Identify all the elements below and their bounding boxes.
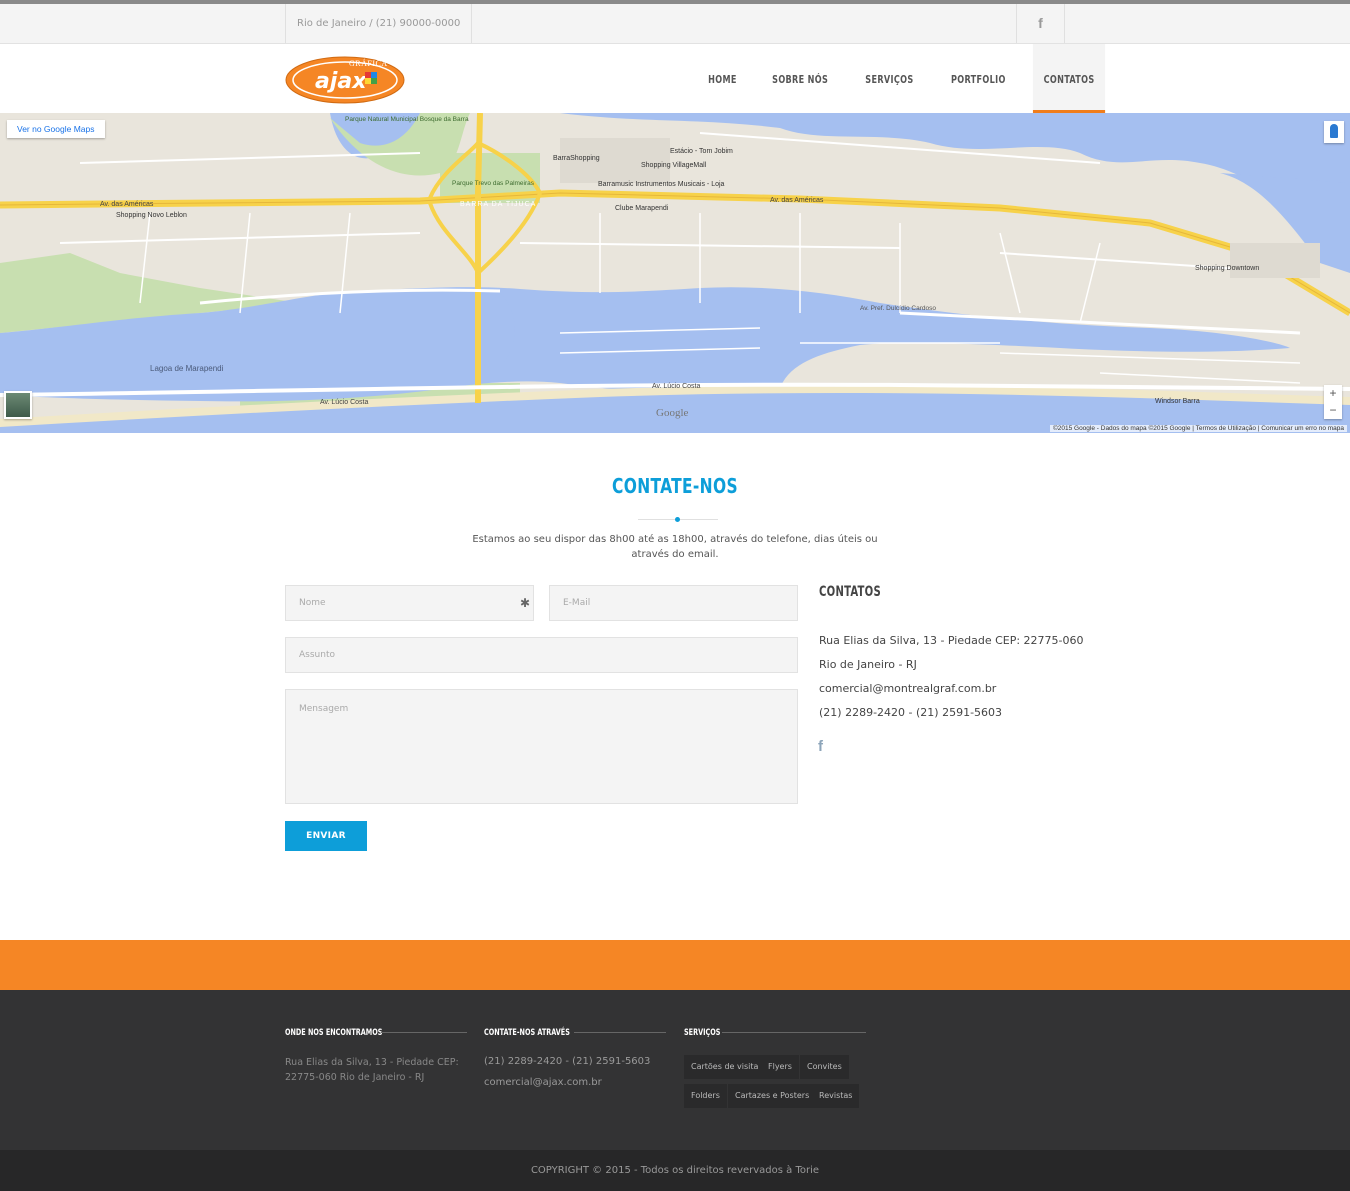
contact-email[interactable]: comercial@montrealgraf.com.br — [819, 682, 996, 695]
map-label-dulcidio: Av. Pref. Dulcídio Cardoso — [860, 305, 936, 312]
map-label-americas-2: Av. das Américas — [770, 197, 824, 204]
top-bar-info: Rio de Janeiro / (21) 90000-0000 — [285, 4, 473, 43]
nav-contatos[interactable]: CONTATOS — [1032, 44, 1106, 113]
footer-phone: (21) 2289-2420 - (21) 2591-5603 — [484, 1056, 651, 1067]
email-field[interactable]: E-Mail — [549, 585, 798, 621]
zoom-controls: + − — [1324, 385, 1342, 419]
map-label-americas-1: Av. das Américas — [100, 201, 154, 208]
map-label-lucio-1: Av. Lúcio Costa — [652, 383, 700, 390]
name-placeholder: Nome — [299, 598, 326, 608]
footer-rule — [574, 1032, 666, 1033]
contact-city: Rio de Janeiro - RJ — [819, 658, 917, 671]
tag-revistas[interactable]: Revistas — [812, 1084, 860, 1108]
nav-servicos[interactable]: SERVIÇOS — [855, 44, 925, 113]
logo-top-text: GRÁFICA — [349, 58, 388, 68]
contacts-heading: CONTATOS — [819, 584, 881, 600]
footer-heading-location: ONDE NOS ENCONTRAMOS — [285, 1028, 383, 1038]
send-button[interactable]: ENVIAR — [285, 821, 367, 851]
map-label-barra: BARRA DA TIJUCA — [460, 201, 536, 208]
title-dot — [675, 517, 680, 522]
orange-band — [0, 940, 1350, 990]
map-label-barrashopping: BarraShopping — [553, 155, 600, 162]
satellite-toggle[interactable] — [4, 391, 32, 419]
nav-sobre-nos[interactable]: SOBRE NÓS — [761, 44, 838, 113]
map-label-lucio-2: Av. Lúcio Costa — [320, 399, 368, 406]
main-nav: HOME SOBRE NÓS SERVIÇOS PORTFOLIO CONTAT… — [692, 44, 1113, 113]
map-label-leblon: Shopping Novo Leblon — [116, 212, 187, 219]
google-logo: Google — [656, 407, 689, 419]
nav-portfolio[interactable]: PORTFOLIO — [940, 44, 1016, 113]
map-label-marapendi: Clube Marapendi — [615, 205, 669, 212]
map-canvas: Parque Natural Municipal Bosque da Barra… — [0, 113, 1350, 433]
logo[interactable]: GRÁFICA ajax — [285, 54, 405, 104]
map-label-barramusic: Barramusic Instrumentos Musicais - Loja — [598, 181, 725, 188]
message-field[interactable]: Mensagem — [285, 689, 798, 804]
footer-rule — [381, 1032, 467, 1033]
nav-home[interactable]: HOME — [697, 44, 747, 113]
footer-address: Rua Elias da Silva, 13 - Piedade CEP: 22… — [285, 1057, 459, 1083]
map-label-village: Shopping VillageMall — [641, 162, 707, 169]
contact-phones: (21) 2289-2420 - (21) 2591-5603 — [819, 706, 1003, 719]
zoom-in-button[interactable]: + — [1324, 385, 1342, 402]
zoom-out-button[interactable]: − — [1324, 402, 1342, 419]
facebook-icon[interactable]: f — [818, 738, 823, 755]
contact-address: Rua Elias da Silva, 13 - Piedade CEP: 22… — [819, 634, 1084, 647]
subject-field[interactable]: Assunto — [285, 637, 798, 673]
site-header: GRÁFICA ajax HOME SOBRE NÓS SERVIÇOS POR… — [0, 44, 1350, 113]
footer-email[interactable]: comercial@ajax.com.br — [484, 1075, 602, 1090]
logo-text: ajax — [315, 69, 367, 94]
facebook-icon[interactable]: f — [1016, 4, 1065, 43]
tag-convites[interactable]: Convites — [800, 1055, 849, 1079]
map-label-downtown: Shopping Downtown — [1195, 265, 1259, 272]
tag-flyers[interactable]: Flyers — [761, 1055, 799, 1079]
footer-heading-contact: CONTATE-NOS ATRAVÉS — [484, 1028, 570, 1038]
tag-cartazes[interactable]: Cartazes e Posters — [728, 1084, 817, 1108]
copyright: COPYRIGHT © 2015 - Todos os direitos rev… — [0, 1150, 1350, 1191]
google-map[interactable]: Parque Natural Municipal Bosque da Barra… — [0, 113, 1350, 433]
tag-folders[interactable]: Folders — [684, 1084, 727, 1108]
map-label-estacio: Estácio - Tom Jobim — [670, 148, 733, 155]
map-label-trevo: Parque Trevo das Palmeiras — [452, 180, 535, 187]
map-label-windsor: Windsor Barra — [1155, 398, 1200, 405]
top-bar: Rio de Janeiro / (21) 90000-0000 f — [0, 0, 1350, 44]
required-icon: ✱ — [519, 596, 530, 610]
pegman-icon[interactable] — [1324, 121, 1344, 143]
view-in-google-maps-link[interactable]: Ver no Google Maps — [7, 120, 105, 138]
footer-rule — [722, 1032, 866, 1033]
map-label-park: Parque Natural Municipal Bosque da Barra — [345, 116, 469, 123]
contact-intro: Estamos ao seu dispor das 8h00 até as 18… — [472, 534, 878, 560]
name-field[interactable]: Nome ✱ — [285, 585, 534, 621]
tag-cartoes[interactable]: Cartões de visita — [684, 1055, 766, 1079]
footer-heading-services: SERVIÇOS — [684, 1028, 721, 1038]
map-label-lagoa: Lagoa de Marapendi — [150, 364, 224, 373]
map-attribution[interactable]: ©2015 Google - Dados do mapa ©2015 Googl… — [1049, 425, 1347, 432]
contact-title: CONTATE-NOS — [612, 474, 738, 498]
footer — [0, 990, 1350, 1150]
